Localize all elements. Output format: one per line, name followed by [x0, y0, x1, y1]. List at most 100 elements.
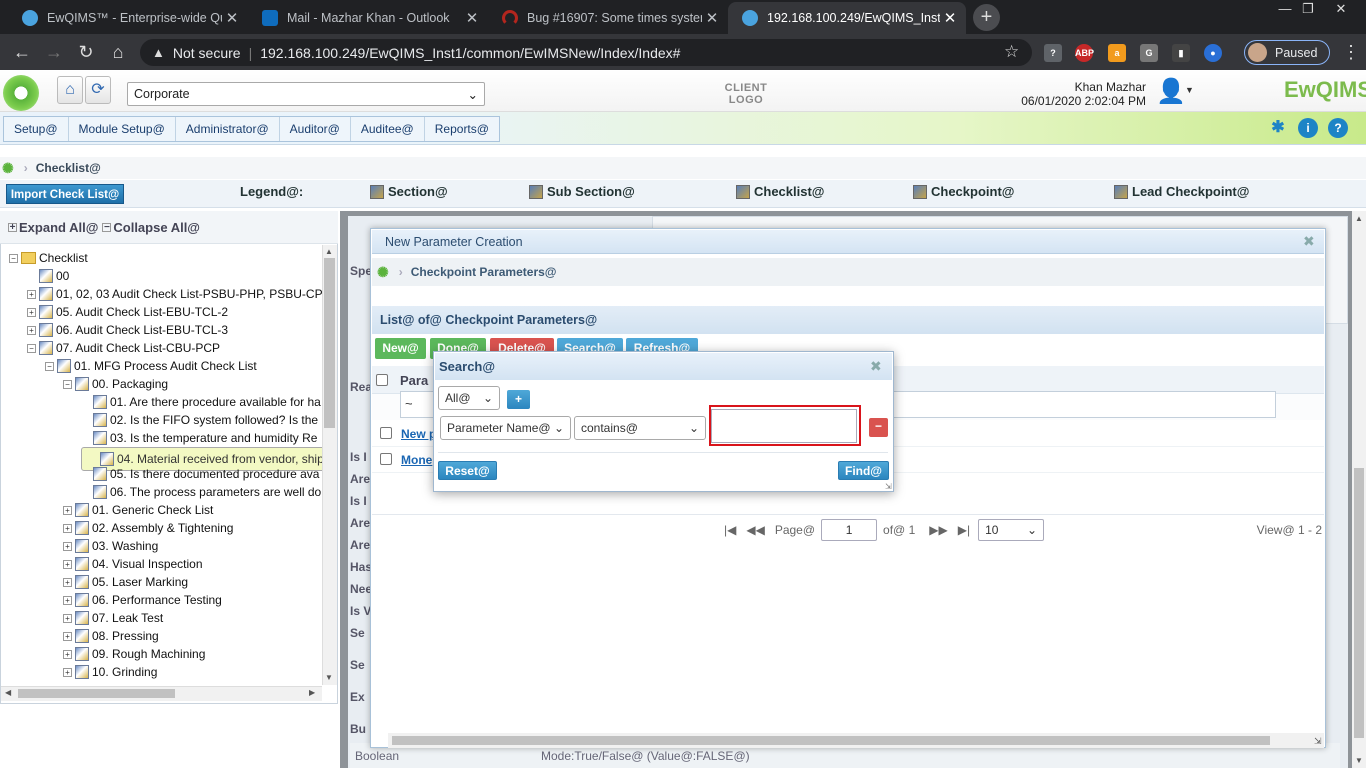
- group-operator-select[interactable]: All@ ⌄: [438, 386, 500, 410]
- organization-select[interactable]: Corporate ⌄: [127, 82, 485, 106]
- parameter-link[interactable]: New p: [401, 427, 436, 441]
- expand-node-icon[interactable]: +: [63, 595, 72, 605]
- expand-node-icon[interactable]: +: [63, 649, 72, 659]
- expand-node-icon[interactable]: +: [63, 613, 72, 623]
- prev-page-icon[interactable]: ◀◀: [746, 523, 764, 537]
- collapse-node-icon[interactable]: −: [9, 253, 18, 263]
- dialog-horizontal-scroll-thumb[interactable]: [392, 736, 1270, 745]
- expand-node-icon[interactable]: +: [63, 505, 72, 515]
- bookmark-star-icon[interactable]: ☆: [1004, 42, 1019, 62]
- pdf-extension-icon[interactable]: ▮: [1172, 44, 1190, 62]
- new-tab-button[interactable]: +: [973, 4, 1000, 31]
- tree-vertical-scroll-thumb[interactable]: [324, 258, 335, 428]
- column-header-parameter[interactable]: Para: [400, 373, 428, 388]
- parameter-link[interactable]: Mone: [401, 453, 432, 467]
- collapse-all-icon[interactable]: −: [102, 222, 112, 232]
- pin-icon[interactable]: ✱: [1268, 118, 1288, 138]
- refresh-button[interactable]: ⟳: [85, 76, 111, 104]
- home-button[interactable]: ⌂: [57, 76, 83, 104]
- extension-shield-icon[interactable]: ?: [1044, 44, 1062, 62]
- extension-orange-icon[interactable]: a: [1108, 44, 1126, 62]
- expand-node-icon[interactable]: +: [63, 631, 72, 641]
- omnibox[interactable]: ▲ Not secure | 192.168.100.249/EwQIMS_In…: [140, 39, 1032, 66]
- expand-node-icon[interactable]: +: [27, 289, 36, 299]
- browser-tab-bug[interactable]: Bug #16907: Some times system ✕: [488, 2, 728, 34]
- user-menu-caret-icon[interactable]: ▼: [1185, 85, 1194, 95]
- find-button[interactable]: Find@: [838, 461, 889, 480]
- close-tab-icon[interactable]: ✕: [222, 9, 242, 27]
- scroll-up-arrow-icon[interactable]: ▲: [325, 247, 333, 256]
- collapse-node-icon[interactable]: −: [45, 361, 54, 371]
- back-arrow-icon[interactable]: ←: [10, 40, 34, 64]
- tree-node[interactable]: +06. Performance Testing: [63, 591, 222, 609]
- reset-button[interactable]: Reset@: [438, 461, 497, 480]
- close-tab-icon[interactable]: ✕: [702, 9, 722, 27]
- tree-node[interactable]: 05. Is there documented procedure ava: [81, 465, 319, 483]
- help-icon[interactable]: ?: [1328, 118, 1348, 138]
- collapse-node-icon[interactable]: −: [63, 379, 72, 389]
- scroll-right-arrow-icon[interactable]: ▶: [309, 688, 315, 697]
- menu-module-setup[interactable]: Module Setup@: [69, 117, 176, 141]
- home-icon[interactable]: ⌂: [106, 40, 130, 64]
- add-rule-button[interactable]: +: [507, 390, 530, 409]
- profile-button[interactable]: Paused: [1244, 40, 1330, 65]
- tree-node[interactable]: +02. Assembly & Tightening: [63, 519, 233, 537]
- page-vertical-scroll-thumb[interactable]: [1354, 468, 1364, 738]
- tree-node[interactable]: − 01. MFG Process Audit Check List: [45, 357, 257, 375]
- row-checkbox[interactable]: [380, 453, 392, 465]
- browser-tab-outlook[interactable]: Mail - Mazhar Khan - Outlook ✕: [248, 2, 488, 34]
- row-checkbox[interactable]: [380, 427, 392, 439]
- expand-node-icon[interactable]: +: [63, 559, 72, 569]
- grammarly-icon[interactable]: G: [1140, 44, 1158, 62]
- menu-reports[interactable]: Reports@: [425, 117, 499, 141]
- tree-node[interactable]: 02. Is the FIFO system followed? Is the: [81, 411, 318, 429]
- close-tab-icon[interactable]: ✕: [940, 9, 960, 27]
- page-size-select[interactable]: 10 ⌄: [978, 518, 1045, 541]
- expand-node-icon[interactable]: +: [27, 307, 36, 317]
- collapse-node-icon[interactable]: −: [27, 343, 36, 353]
- forward-arrow-icon[interactable]: →: [42, 40, 66, 64]
- import-checklist-button[interactable]: Import Check List@: [6, 184, 124, 204]
- tree-node[interactable]: +09. Rough Machining: [63, 645, 205, 663]
- close-tab-icon[interactable]: ✕: [462, 9, 482, 27]
- tree-node[interactable]: +01. Generic Check List: [63, 501, 213, 519]
- next-page-icon[interactable]: ▶▶: [929, 523, 947, 537]
- resize-handle-icon[interactable]: ⇲: [885, 482, 892, 491]
- new-parameter-button[interactable]: New@: [375, 338, 426, 359]
- info-icon[interactable]: i: [1298, 118, 1318, 138]
- menu-administrator[interactable]: Administrator@: [176, 117, 280, 141]
- tree-node[interactable]: − 07. Audit Check List-CBU-PCP: [27, 339, 220, 357]
- scroll-down-arrow-icon[interactable]: ▼: [325, 673, 333, 682]
- tree-node[interactable]: +05. Laser Marking: [63, 573, 188, 591]
- kebab-menu-icon[interactable]: ⋮: [1342, 42, 1360, 63]
- tree-node[interactable]: +01, 02, 03 Audit Check List-PSBU-PHP, P…: [27, 285, 332, 303]
- tree-horizontal-scroll-thumb[interactable]: [18, 689, 175, 698]
- browser-tab-active[interactable]: 192.168.100.249/EwQIMS_Inst1/c ✕: [728, 2, 966, 34]
- close-icon[interactable]: ✖: [1303, 233, 1315, 250]
- collapse-all-link[interactable]: Collapse All@: [113, 220, 200, 235]
- expand-node-icon[interactable]: +: [63, 577, 72, 587]
- user-avatar-icon[interactable]: 👤: [1156, 77, 1186, 105]
- last-page-icon[interactable]: ▶|: [958, 523, 970, 537]
- tree-node[interactable]: +08. Pressing: [63, 627, 159, 645]
- tree-node[interactable]: 03. Is the temperature and humidity Re: [81, 429, 317, 447]
- tree-node[interactable]: 06. The process parameters are well do: [81, 483, 321, 501]
- expand-node-icon[interactable]: +: [27, 325, 36, 335]
- expand-node-icon[interactable]: +: [63, 667, 72, 677]
- page-number-input[interactable]: 1: [821, 518, 878, 541]
- tree-node[interactable]: +04. Visual Inspection: [63, 555, 203, 573]
- scroll-left-arrow-icon[interactable]: ◀: [5, 688, 11, 697]
- search-field-select[interactable]: Parameter Name@ ⌄: [440, 416, 571, 440]
- first-page-icon[interactable]: |◀: [724, 523, 736, 537]
- page-scroll-down-arrow-icon[interactable]: ▼: [1355, 756, 1363, 765]
- menu-auditee[interactable]: Auditee@: [351, 117, 425, 141]
- tree-node[interactable]: +10. Grinding: [63, 663, 157, 681]
- browser-tab-ewqims[interactable]: EwQIMS™ - Enterprise-wide Qua ✕: [8, 2, 248, 34]
- menu-auditor[interactable]: Auditor@: [280, 117, 351, 141]
- expand-node-icon[interactable]: +: [63, 541, 72, 551]
- tree-node[interactable]: +07. Leak Test: [63, 609, 163, 627]
- expand-node-icon[interactable]: +: [63, 523, 72, 533]
- menu-setup[interactable]: Setup@: [4, 117, 69, 141]
- tree-node[interactable]: +05. Audit Check List-EBU-TCL-2: [27, 303, 228, 321]
- page-scroll-up-arrow-icon[interactable]: ▲: [1355, 214, 1363, 223]
